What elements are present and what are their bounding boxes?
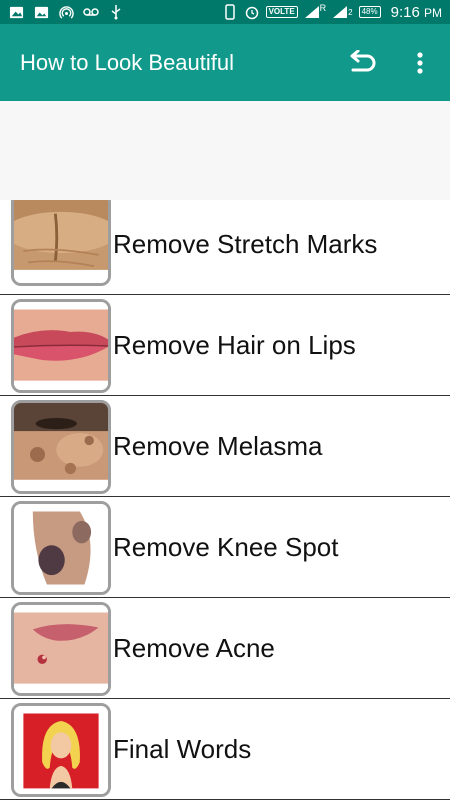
app-title: How to Look Beautiful — [20, 49, 235, 75]
list-item-label: Remove Hair on Lips — [113, 329, 356, 360]
knee-spot-thumbnail — [11, 501, 111, 595]
undo-arrow-icon — [350, 49, 376, 71]
volte-badge: VOLTE — [265, 6, 298, 18]
list-item-melasma[interactable]: Remove Melasma — [0, 396, 450, 497]
more-vert-icon — [417, 51, 423, 74]
usb-icon — [108, 4, 124, 20]
clock: 9:16 PM — [391, 4, 442, 21]
list-item-knee-spot[interactable]: Remove Knee Spot — [0, 497, 450, 598]
phone-vibrate-icon — [222, 4, 238, 20]
gallery-icon — [8, 4, 24, 20]
app-bar: How to Look Beautiful — [0, 24, 450, 101]
topic-list: Remove Stretch Marks Remove Hair on Lips — [0, 200, 450, 800]
list-item-label: Final Words — [113, 733, 252, 764]
undo-button[interactable] — [346, 47, 378, 79]
signal-icon — [304, 4, 320, 20]
alarm-icon — [244, 4, 260, 20]
stretch-marks-thumbnail — [11, 200, 111, 286]
overflow-menu-button[interactable] — [404, 47, 436, 79]
acne-thumbnail — [11, 602, 111, 696]
ad-banner-space — [0, 101, 450, 200]
image-icon — [33, 4, 49, 20]
voicemail-icon — [83, 4, 99, 20]
list-item-label: Remove Melasma — [113, 430, 323, 461]
list-item-final-words[interactable]: Final Words — [0, 699, 450, 800]
final-words-thumbnail — [11, 703, 111, 797]
list-item-stretch-marks[interactable]: Remove Stretch Marks — [0, 200, 450, 295]
list-item-label: Remove Knee Spot — [113, 531, 339, 562]
status-bar: VOLTE R 2 48% 9:16 PM — [0, 0, 450, 24]
clock-time: 9:16 — [390, 3, 420, 21]
melasma-thumbnail — [11, 400, 111, 494]
clock-ampm: PM — [424, 5, 442, 20]
battery-indicator: 48% — [358, 6, 381, 18]
roaming-indicator: R — [319, 3, 327, 13]
list-item-acne[interactable]: Remove Acne — [0, 598, 450, 699]
list-item-hair-on-lips[interactable]: Remove Hair on Lips — [0, 295, 450, 396]
list-item-label: Remove Acne — [113, 632, 275, 663]
list-item-label: Remove Stretch Marks — [113, 228, 378, 259]
lips-thumbnail — [11, 299, 111, 393]
signal-sim2-icon — [332, 4, 348, 20]
hotspot-icon — [58, 4, 74, 20]
sim2-indicator: 2 — [348, 7, 353, 17]
